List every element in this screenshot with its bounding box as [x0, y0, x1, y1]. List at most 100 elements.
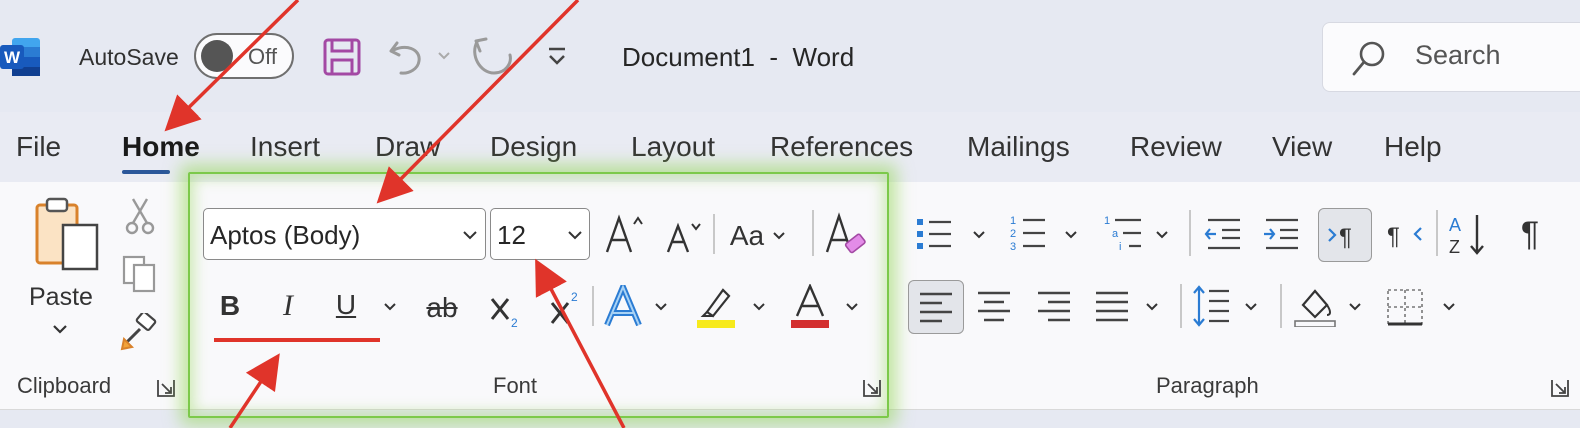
autosave-toggle[interactable]: Off — [194, 33, 294, 79]
svg-text:3: 3 — [1010, 241, 1016, 253]
tab-home[interactable]: Home — [122, 131, 200, 163]
document-area-edge — [0, 410, 1580, 428]
text-effects-icon — [604, 285, 642, 327]
subscript-button[interactable]: 2 — [488, 290, 522, 330]
tab-view[interactable]: View — [1272, 131, 1332, 163]
undo-dropdown-chevron-down-icon[interactable] — [436, 48, 452, 64]
justify-options-chevron-down-icon[interactable] — [1143, 300, 1161, 314]
text-effects-button[interactable] — [602, 284, 644, 328]
justify-button[interactable] — [1092, 286, 1132, 326]
show-formatting-marks-button[interactable]: ¶ — [1512, 212, 1548, 256]
font-color-chevron-down-icon[interactable] — [843, 300, 861, 314]
ltr-text-direction-button[interactable]: ¶ — [1318, 208, 1372, 262]
multilevel-list-chevron-down-icon[interactable] — [1153, 228, 1171, 242]
svg-text:¶: ¶ — [1339, 224, 1352, 249]
paste-label: Paste — [29, 283, 93, 311]
numbering-chevron-down-icon[interactable] — [1062, 228, 1080, 242]
numbering-button[interactable]: 1 2 3 — [1008, 212, 1048, 254]
borders-chevron-down-icon[interactable] — [1440, 300, 1458, 314]
shrink-font-button[interactable] — [664, 214, 704, 258]
italic-icon: I — [283, 289, 293, 322]
toggle-knob — [201, 40, 233, 72]
underline-options-chevron-down-icon[interactable] — [380, 300, 400, 314]
rtl-text-direction-button[interactable]: ¶ — [1386, 214, 1426, 254]
svg-text:Z: Z — [1449, 237, 1460, 257]
svg-text:A: A — [1449, 215, 1461, 235]
customize-toolbar-icon[interactable] — [544, 45, 570, 69]
text-effects-chevron-down-icon[interactable] — [652, 300, 670, 314]
tab-help[interactable]: Help — [1384, 131, 1442, 163]
grow-font-button[interactable] — [603, 210, 645, 258]
superscript-icon: 2 — [550, 290, 578, 324]
redo-button[interactable] — [471, 36, 515, 78]
clipboard-group-label: Clipboard — [17, 373, 112, 398]
save-button[interactable] — [322, 37, 362, 77]
undo-button[interactable] — [386, 36, 426, 78]
change-case-label: Aa — [729, 220, 765, 251]
paragraph-group-label: Paragraph — [1156, 373, 1259, 398]
tab-references[interactable]: References — [770, 131, 913, 163]
tab-mailings[interactable]: Mailings — [967, 131, 1070, 163]
bold-icon: B — [219, 290, 241, 321]
copy-button[interactable] — [120, 254, 160, 294]
tab-design[interactable]: Design — [490, 131, 577, 163]
change-case-chevron-down-icon — [773, 232, 785, 240]
paint-bucket-icon — [1294, 289, 1336, 327]
separator — [713, 214, 715, 254]
separator — [592, 286, 594, 326]
align-right-icon — [1038, 291, 1070, 322]
svg-text:a: a — [1112, 228, 1119, 240]
bold-button[interactable]: B — [214, 286, 246, 326]
shading-chevron-down-icon[interactable] — [1346, 300, 1364, 314]
annotation-underline-mark — [214, 338, 380, 342]
svg-text:1: 1 — [1010, 215, 1016, 227]
highlighter-icon — [697, 288, 735, 328]
underline-button[interactable]: U — [328, 284, 364, 326]
line-spacing-button[interactable] — [1190, 284, 1232, 328]
tab-draw[interactable]: Draw — [375, 131, 440, 163]
tab-insert[interactable]: Insert — [250, 131, 320, 163]
decrease-indent-icon — [1204, 218, 1240, 250]
align-left-button[interactable] — [908, 280, 964, 334]
search-box[interactable]: Search — [1322, 22, 1580, 92]
tab-review[interactable]: Review — [1130, 131, 1222, 163]
search-icon — [1352, 41, 1385, 76]
increase-indent-button[interactable] — [1261, 214, 1301, 254]
multilevel-list-button[interactable]: 1 a i — [1102, 212, 1144, 254]
copy-icon — [122, 255, 156, 293]
separator — [1180, 284, 1182, 328]
bullets-button[interactable] — [914, 214, 954, 254]
format-painter-button[interactable] — [118, 312, 162, 352]
align-right-button[interactable] — [1034, 286, 1074, 326]
superscript-button[interactable]: 2 — [548, 284, 582, 328]
tab-layout[interactable]: Layout — [631, 131, 715, 163]
paste-options-chevron-down-icon[interactable] — [48, 320, 72, 338]
strikethrough-button[interactable]: ab — [420, 290, 464, 326]
svg-text:2: 2 — [1010, 228, 1016, 240]
numbering-icon: 1 2 3 — [1010, 215, 1045, 253]
autosave-state: Off — [248, 44, 277, 69]
italic-button[interactable]: I — [272, 286, 304, 326]
decrease-indent-button[interactable] — [1203, 214, 1243, 254]
font-size-combobox[interactable]: 12 — [490, 208, 590, 260]
font-dialog-launcher-icon[interactable] — [862, 378, 884, 400]
highlight-color-chevron-down-icon[interactable] — [750, 300, 768, 314]
cut-button[interactable] — [122, 196, 158, 236]
font-size-value: 12 — [497, 220, 526, 250]
borders-button[interactable] — [1384, 286, 1426, 328]
clipboard-dialog-launcher-icon[interactable] — [156, 378, 178, 400]
sort-button[interactable]: A Z — [1446, 210, 1490, 258]
shading-button[interactable] — [1292, 284, 1338, 328]
word-logo-icon: W — [0, 38, 40, 76]
clear-formatting-button[interactable] — [823, 210, 867, 258]
line-spacing-chevron-down-icon[interactable] — [1242, 300, 1260, 314]
highlight-color-button[interactable] — [694, 284, 738, 328]
paragraph-dialog-launcher-icon[interactable] — [1550, 378, 1572, 400]
font-color-button[interactable] — [788, 284, 832, 328]
paste-button[interactable] — [28, 196, 102, 274]
bullets-chevron-down-icon[interactable] — [970, 228, 988, 242]
tab-file[interactable]: File — [16, 131, 61, 163]
align-center-button[interactable] — [974, 286, 1014, 326]
font-name-combobox[interactable]: Aptos (Body) — [203, 208, 486, 260]
change-case-button[interactable]: Aa — [724, 214, 792, 258]
